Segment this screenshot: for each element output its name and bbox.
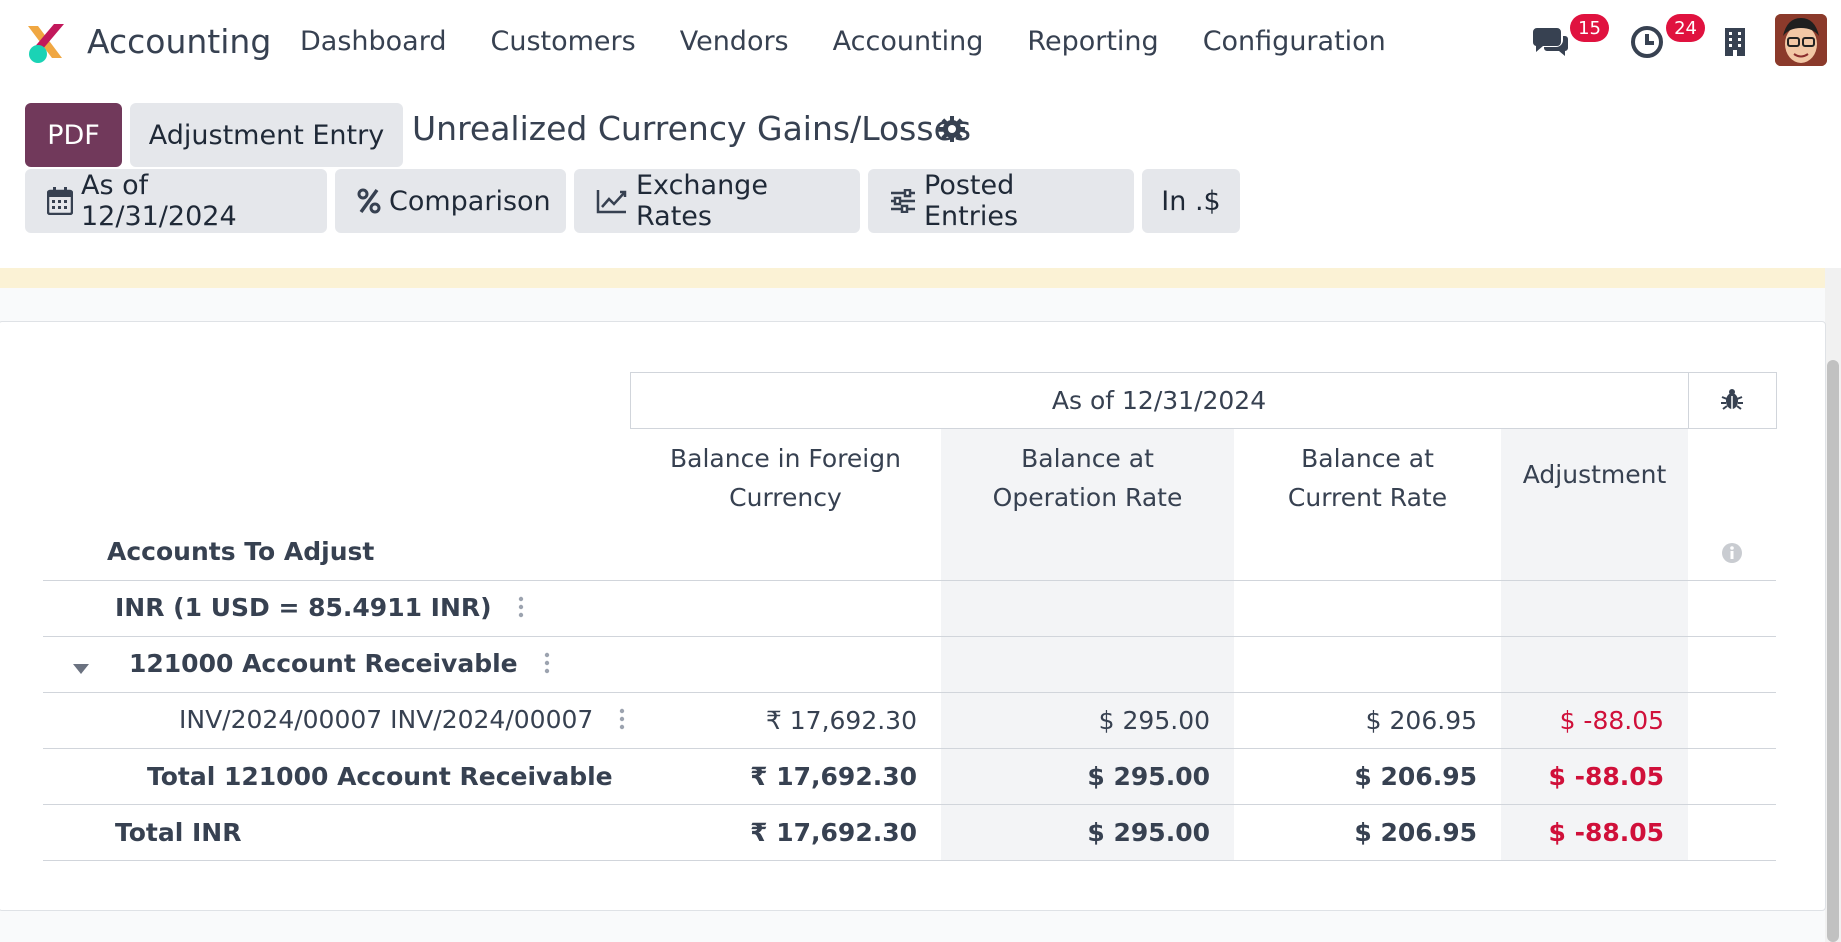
cell-adjustment: $ -88.05 <box>1501 692 1689 749</box>
row-label-cell: 121000 Account Receivable <box>43 636 630 693</box>
kebab-icon[interactable] <box>619 707 625 736</box>
table-row-invoice[interactable]: INV/2024/00007 INV/2024/00007 ₹ 17,692.3… <box>43 692 1777 749</box>
currency-filter-button[interactable]: In .$ <box>1142 169 1240 233</box>
accounts-to-adjust-title: Accounts To Adjust <box>107 537 375 566</box>
accounting-app-logo[interactable] <box>24 20 68 64</box>
menu-reporting[interactable]: Reporting <box>1027 22 1158 62</box>
table-row-currency-group[interactable]: INR (1 USD = 85.4911 INR) <box>43 580 1777 637</box>
avatar-icon <box>1775 14 1827 66</box>
cell-current <box>1234 636 1501 693</box>
debug-button[interactable] <box>1687 372 1777 429</box>
table-row-account[interactable]: 121000 Account Receivable <box>43 636 1777 693</box>
posted-entries-label: Posted Entries <box>924 170 1019 232</box>
clock-icon <box>1631 26 1663 58</box>
percent-icon <box>357 188 381 214</box>
row-label-cell: INR (1 USD = 85.4911 INR) <box>43 580 630 637</box>
date-filter-label: As of 12/31/2024 <box>81 170 237 232</box>
table-row-currency-total: Total INR ₹ 17,692.30 $ 295.00 $ 206.95 … <box>43 804 1777 861</box>
line-chart-icon <box>596 188 628 214</box>
col-current-line2: Current Rate <box>1287 483 1448 512</box>
col-current-line1: Balance at <box>1301 444 1434 473</box>
cell-foreign <box>630 636 941 693</box>
col-adjustment: Adjustment <box>1501 428 1689 581</box>
period-header: As of 12/31/2024 <box>629 372 1689 429</box>
col-foreign-line1: Balance in Foreign <box>670 444 901 473</box>
cell-operation: $ 295.00 <box>941 748 1234 805</box>
col-adjustment-label: Adjustment <box>1522 460 1667 489</box>
app-name[interactable]: Accounting <box>87 20 271 64</box>
currency-total-label: Total INR <box>43 804 630 861</box>
messages-button[interactable]: 15 <box>1523 14 1609 70</box>
company-switcher[interactable] <box>1707 14 1763 70</box>
kebab-icon[interactable] <box>518 595 524 624</box>
page-scrollbar[interactable] <box>1825 268 1841 942</box>
date-filter-button[interactable]: As of 12/31/2024 <box>25 169 327 233</box>
menu-customers[interactable]: Customers <box>490 22 635 62</box>
cell-foreign: ₹ 17,692.30 <box>630 692 941 749</box>
col-operation-rate: Balance at Operation Rate <box>941 428 1234 581</box>
comparison-filter-button[interactable]: Comparison <box>335 169 566 233</box>
col-foreign-line2: Currency <box>729 483 842 512</box>
sliders-icon <box>890 189 916 213</box>
currency-group-label: INR (1 USD = 85.4911 INR) <box>115 593 492 623</box>
user-avatar[interactable] <box>1775 14 1827 66</box>
col-foreign-currency: Balance in Foreign Currency <box>630 429 941 581</box>
cell-adjustment: $ -88.05 <box>1501 804 1689 861</box>
main-menu: Dashboard Customers Vendors Accounting R… <box>300 22 1430 62</box>
control-panel: PDF Adjustment Entry Unrealized Currency… <box>0 82 1841 268</box>
exchange-rates-label: Exchange Rates <box>636 170 768 232</box>
cell-operation: $ 295.00 <box>941 804 1234 861</box>
posted-entries-button[interactable]: Posted Entries <box>868 169 1134 233</box>
account-total-label: Total 121000 Account Receivable <box>43 748 630 805</box>
info-icon[interactable] <box>1721 542 1743 564</box>
menu-dashboard[interactable]: Dashboard <box>300 22 446 62</box>
col-current-rate: Balance at Current Rate <box>1234 429 1501 581</box>
calendar-icon <box>47 187 73 215</box>
cell-foreign <box>630 580 941 637</box>
gear-icon[interactable] <box>938 115 966 143</box>
cell-current: $ 206.95 <box>1234 748 1501 805</box>
cell-operation <box>941 636 1234 693</box>
building-icon <box>1725 28 1745 56</box>
activities-button[interactable]: 24 <box>1619 14 1705 70</box>
cell-adjustment <box>1501 580 1689 637</box>
menu-vendors[interactable]: Vendors <box>680 22 789 62</box>
col-operation-line1: Balance at <box>1021 444 1154 473</box>
activities-badge: 24 <box>1666 14 1705 42</box>
systray: 15 24 <box>1501 14 1841 70</box>
cell-adjustment: $ -88.05 <box>1501 748 1689 805</box>
menu-accounting[interactable]: Accounting <box>833 22 984 62</box>
currency-filter-label: In .$ <box>1161 185 1221 217</box>
bug-icon <box>1721 388 1744 410</box>
table-row-account-total: Total 121000 Account Receivable ₹ 17,692… <box>43 748 1777 805</box>
invoice-label[interactable]: INV/2024/00007 INV/2024/00007 <box>179 705 593 734</box>
cell-current <box>1234 580 1501 637</box>
cell-operation <box>941 580 1234 637</box>
exchange-rates-button[interactable]: Exchange Rates <box>574 169 860 233</box>
cell-current: $ 206.95 <box>1234 804 1501 861</box>
chat-icon <box>1532 28 1568 56</box>
messages-badge: 15 <box>1570 14 1609 42</box>
col-operation-line2: Operation Rate <box>992 483 1183 512</box>
account-label: 121000 Account Receivable <box>129 649 518 679</box>
warning-strip <box>0 268 1841 288</box>
caret-down-icon[interactable] <box>73 651 93 680</box>
cell-current: $ 206.95 <box>1234 692 1501 749</box>
cell-adjustment <box>1501 636 1689 693</box>
cell-foreign: ₹ 17,692.30 <box>630 804 941 861</box>
kebab-icon[interactable] <box>544 651 550 680</box>
cell-foreign: ₹ 17,692.30 <box>630 748 941 805</box>
top-navbar: Accounting Dashboard Customers Vendors A… <box>0 0 1841 82</box>
scrollbar-thumb[interactable] <box>1827 360 1839 942</box>
row-label-cell: INV/2024/00007 INV/2024/00007 <box>43 692 630 749</box>
adjustment-entry-button[interactable]: Adjustment Entry <box>130 103 403 167</box>
pdf-button[interactable]: PDF <box>25 103 122 167</box>
info-cell <box>1688 429 1776 581</box>
page-title: Unrealized Currency Gains/Losses <box>412 109 972 148</box>
cell-operation: $ 295.00 <box>941 692 1234 749</box>
report-table: As of 12/31/2024 Accounts To Adjust Bala… <box>43 372 1777 861</box>
comparison-filter-label: Comparison <box>389 185 551 217</box>
menu-configuration[interactable]: Configuration <box>1203 22 1386 62</box>
